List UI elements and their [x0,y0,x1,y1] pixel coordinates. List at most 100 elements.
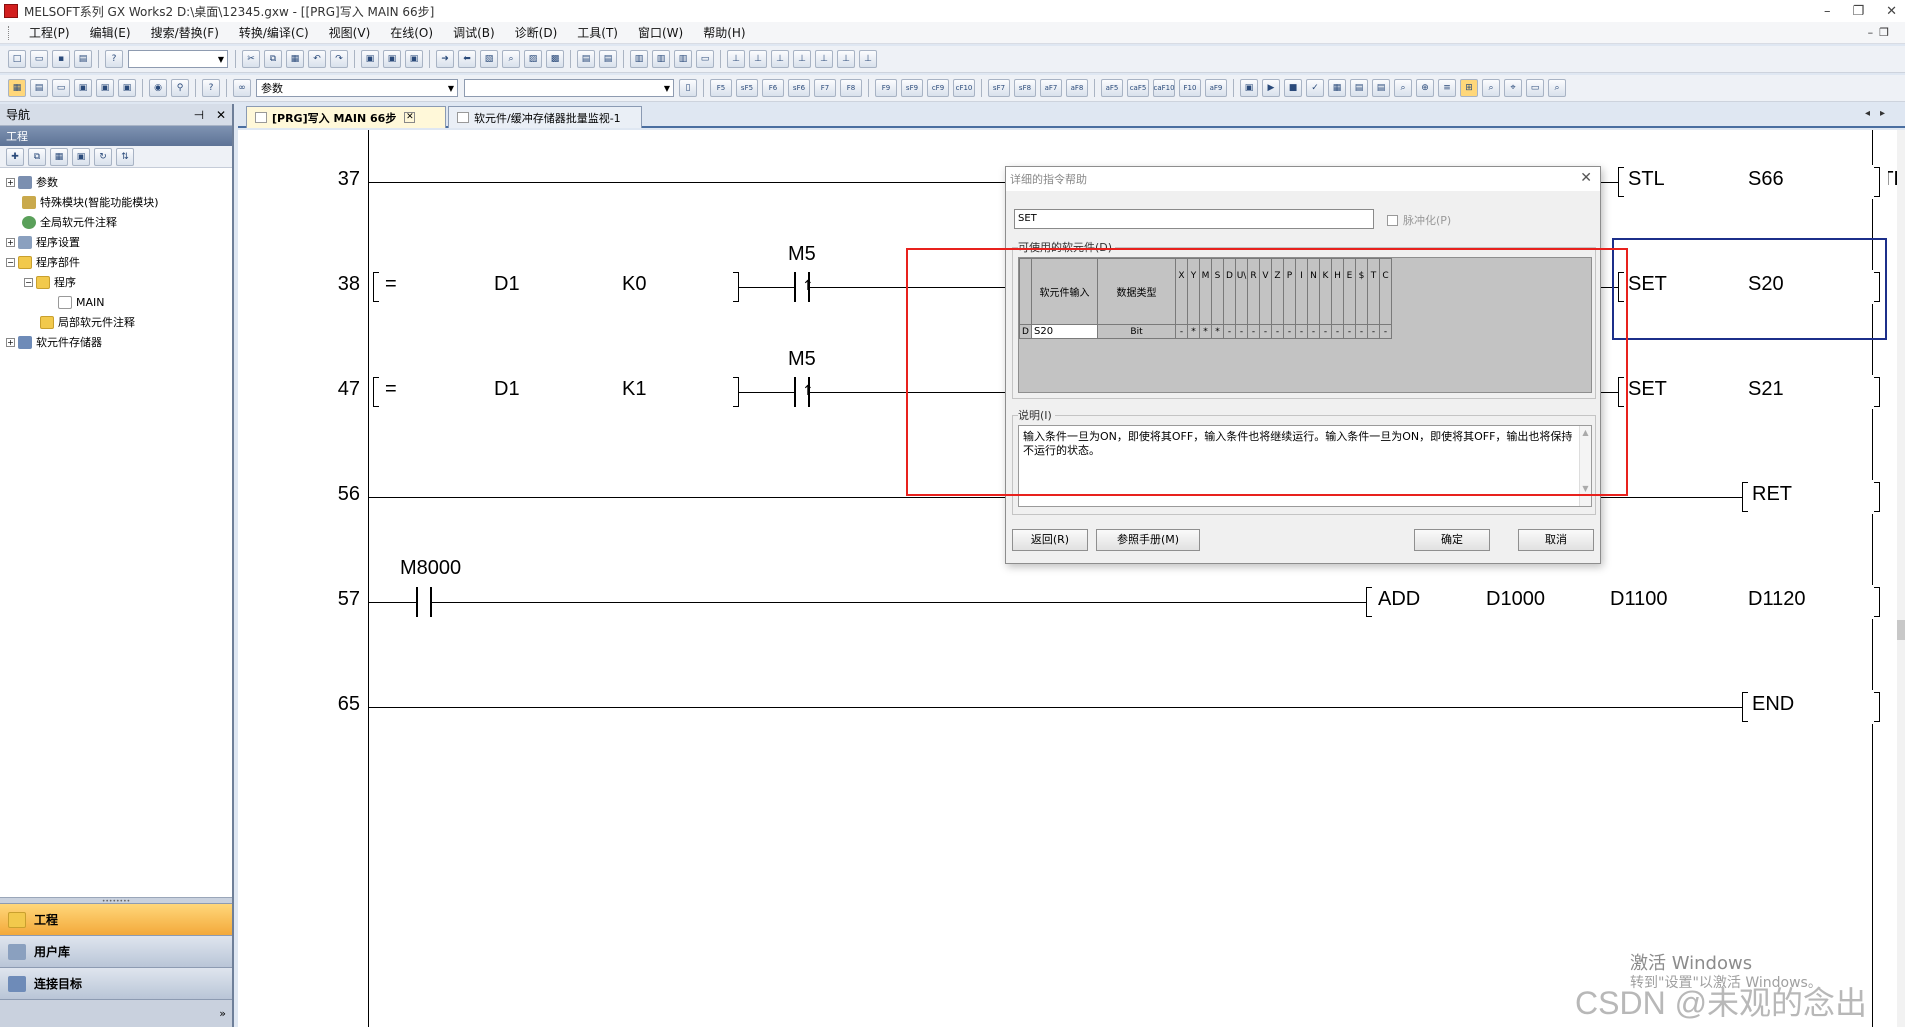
align4-icon[interactable]: ⊥ [793,50,811,68]
tree-item-main[interactable]: MAIN [0,292,232,312]
tab-close-icon[interactable]: ✕ [404,112,416,123]
op-f10-icon[interactable]: F10 [1179,79,1201,97]
pin-icon[interactable]: ⊣ [194,108,204,122]
cross-ref-icon[interactable]: ≡ [1438,79,1456,97]
set-instruction-s21[interactable]: SET S21 [1618,375,1888,409]
tree-item-local-comment[interactable]: 局部软元件注释 [0,312,232,332]
write-icon[interactable]: ▦ [1328,79,1346,97]
align-icon[interactable]: ⊥ [727,50,745,68]
nav-close-icon[interactable]: ✕ [216,108,226,122]
monitor-stop-icon[interactable]: ■ [1284,79,1302,97]
hline-f9-icon[interactable]: F9 [875,79,897,97]
print-icon[interactable]: ▤ [74,50,92,68]
property-icon[interactable]: ▣ [72,147,90,166]
compare-operator[interactable]: = [385,273,397,296]
print2-icon[interactable]: ▤ [1372,79,1390,97]
arrow-left-icon[interactable]: ⬅ [458,50,476,68]
contact-label[interactable]: M5 [788,348,816,371]
arrow-right-icon[interactable]: ➜ [436,50,454,68]
dev-read-icon[interactable]: ▤ [577,50,595,68]
find3-icon[interactable]: ⌕ [1548,79,1566,97]
cancel-button[interactable]: 取消 [1518,529,1594,551]
window-icon[interactable]: ▭ [52,79,70,97]
coil-f7-icon[interactable]: F7 [814,79,836,97]
collapse-icon[interactable]: − [24,277,33,287]
display-icon[interactable]: ▭ [1526,79,1544,97]
fall-sf8-icon[interactable]: sF8 [1014,79,1036,97]
rising-edge-contact[interactable]: ↑ [794,377,814,407]
copy-data-icon[interactable]: ⧉ [28,147,46,166]
check-icon[interactable]: ✓ [1306,79,1324,97]
ret-instruction[interactable]: RET [1742,480,1888,514]
contact-sf5-icon[interactable]: sF5 [736,79,758,97]
info-icon[interactable]: ? [202,79,220,97]
tree-item-program[interactable]: − 程序 [0,272,232,292]
nav-tab-library[interactable]: 用户库 [0,935,232,967]
binoculars-icon[interactable]: ∞ [233,79,251,97]
collapse-icon[interactable]: − [6,257,15,267]
paste-data-icon[interactable]: ▦ [50,147,68,166]
new-data-icon[interactable]: ✚ [6,147,24,166]
trace-icon[interactable]: ⌖ [1504,79,1522,97]
tree-item-device-memory[interactable]: + 软元件存储器 [0,332,232,352]
tab-ladder-main[interactable]: [PRG]写入 MAIN 66步 ✕ [246,106,446,128]
menu-view[interactable]: 视图(V) [319,24,381,41]
screen-icon[interactable]: ▭ [696,50,714,68]
stl-instruction[interactable]: STL S66 [1618,165,1888,199]
read-plc-icon[interactable]: ▣ [361,50,379,68]
tab-device-monitor[interactable]: 软元件/缓冲存储器批量监视-1 [448,106,642,128]
operand-1[interactable]: D1 [494,273,520,296]
contact-label[interactable]: M8000 [400,557,461,580]
save-icon[interactable]: ▪ [52,50,70,68]
magnify-icon[interactable]: ⌕ [1482,79,1500,97]
pulse-checkbox[interactable]: 脉冲化(P) [1387,212,1451,228]
align3-icon[interactable]: ⊥ [771,50,789,68]
watch-icon[interactable]: ◉ [149,79,167,97]
vline-sf9-icon[interactable]: sF9 [901,79,923,97]
vertical-scrollbar[interactable] [1897,130,1905,1027]
op-caf10-icon[interactable]: caF10 [1153,79,1175,97]
menu-tools[interactable]: 工具(T) [567,24,628,41]
inst-f8-icon[interactable]: F8 [840,79,862,97]
monitor-icon[interactable]: ▧ [480,50,498,68]
del-cf10-icon[interactable]: cF10 [953,79,975,97]
expand-icon[interactable]: + [6,177,15,187]
paste-icon[interactable]: ▦ [286,50,304,68]
align2-icon[interactable]: ⊥ [749,50,767,68]
menu-debug[interactable]: 调试(B) [443,24,505,41]
ok-button[interactable]: 确定 [1414,529,1490,551]
second-combo[interactable]: ▼ [464,79,674,97]
normally-open-contact[interactable] [416,587,432,617]
sort-icon[interactable]: ⇅ [116,147,134,166]
dev2-icon[interactable]: ▣ [96,79,114,97]
doc-icon[interactable]: ▯ [679,79,697,97]
sim-stop-icon[interactable]: ▥ [652,50,670,68]
nav-tab-connection[interactable]: 连接目标 [0,967,232,999]
toolbar-combo[interactable]: ▼ [128,50,228,68]
menu-project[interactable]: 工程(P) [19,24,80,41]
rise-sf7-icon[interactable]: sF7 [988,79,1010,97]
back-button[interactable]: 返回(R) [1012,529,1088,551]
search2-icon[interactable]: ⌕ [1394,79,1412,97]
convert-icon[interactable]: ▣ [1240,79,1258,97]
device-icon[interactable]: ▩ [546,50,564,68]
expand-icon[interactable]: + [6,337,15,347]
expand-icon[interactable]: + [6,237,15,247]
contact-label[interactable]: M5 [788,243,816,266]
rising-edge-contact[interactable]: ↑ [794,272,814,302]
fall-af8-icon[interactable]: aF8 [1066,79,1088,97]
sim-icon[interactable]: ▥ [630,50,648,68]
end-instruction[interactable]: END [1742,690,1888,724]
open-icon[interactable]: ▭ [30,50,48,68]
contact-f5-icon[interactable]: F5 [710,79,732,97]
device-input-cell[interactable]: S20 [1031,324,1098,339]
set-instruction-s20[interactable]: SET S20 [1618,270,1884,304]
copy-icon[interactable]: ⧉ [264,50,282,68]
cut-icon[interactable]: ✂ [242,50,260,68]
write-plc-icon[interactable]: ▣ [383,50,401,68]
align7-icon[interactable]: ⊥ [859,50,877,68]
mdi-controls[interactable]: –❐ [1868,26,1895,39]
tab-scroll-arrows[interactable]: ◂▸ [1865,108,1895,119]
align5-icon[interactable]: ⊥ [815,50,833,68]
contact-sf6-icon[interactable]: sF6 [788,79,810,97]
